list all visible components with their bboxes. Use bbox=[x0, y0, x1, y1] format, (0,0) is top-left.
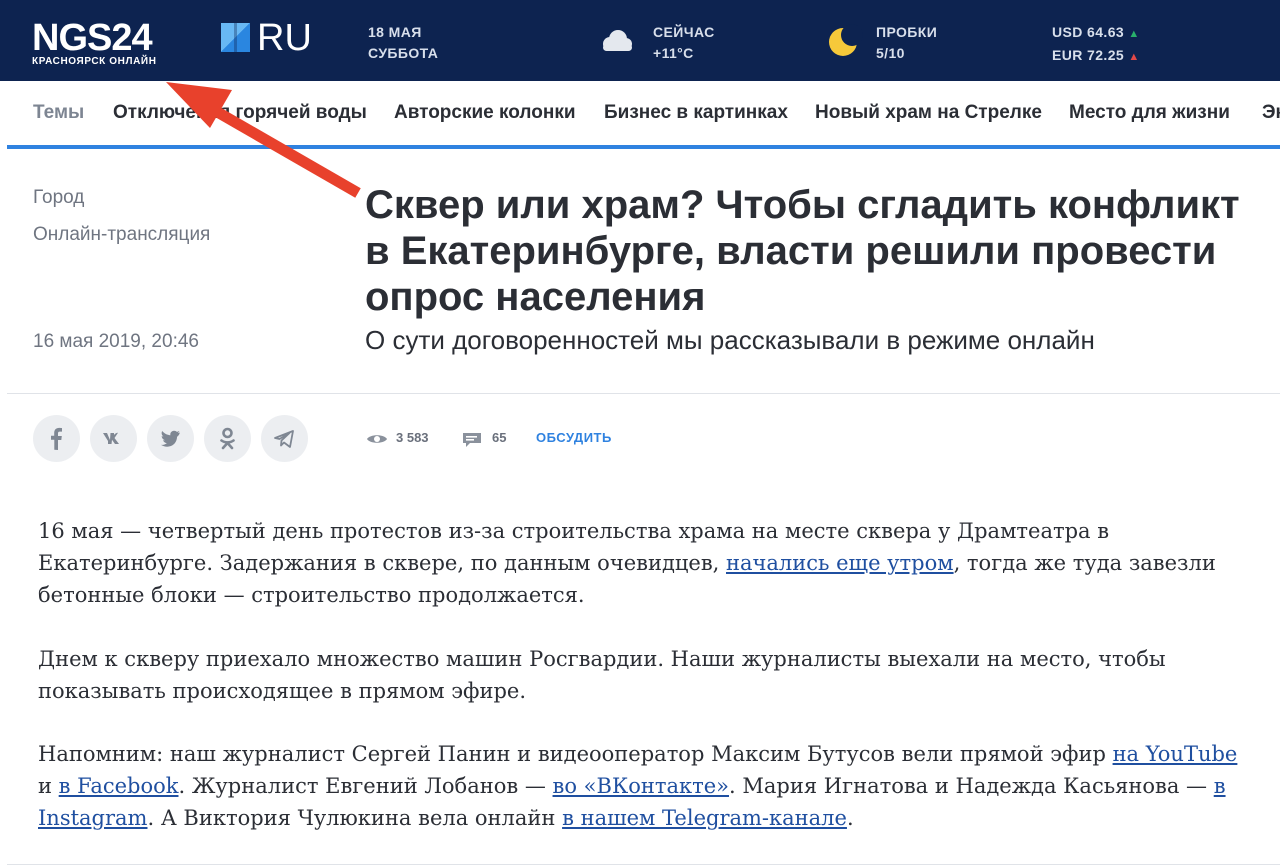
logo-city: КРАСНОЯРСК ОНЛАЙН bbox=[32, 56, 157, 67]
date-weekday: СУББОТА bbox=[368, 45, 439, 61]
twitter-icon[interactable] bbox=[147, 415, 194, 462]
date-day: 18 МАЯ bbox=[368, 24, 422, 40]
weather-value: +11°C bbox=[653, 45, 694, 61]
weather-widget[interactable]: СЕЙЧАС +11°C bbox=[653, 22, 715, 64]
eur-trend-up-icon: ▲ bbox=[1128, 51, 1140, 63]
link-facebook[interactable]: в Facebook bbox=[59, 774, 179, 798]
currency-widget[interactable]: USD 64.63 ▲ EUR 72.25 ▲ bbox=[1052, 22, 1140, 68]
article-subtitle: О сути договоренностей мы рассказывали в… bbox=[365, 325, 1095, 355]
telegram-icon[interactable] bbox=[261, 415, 308, 462]
odnoklassniki-icon[interactable] bbox=[204, 415, 251, 462]
header-bar: NGS24 RU КРАСНОЯРСК ОНЛАЙН 18 МАЯ СУББОТ… bbox=[0, 0, 1280, 81]
link-vkontakte[interactable]: во «ВКонтакте» bbox=[553, 774, 729, 798]
vk-icon[interactable] bbox=[90, 415, 137, 462]
nav-item-hot-water[interactable]: Отключения горячей воды bbox=[113, 102, 367, 124]
nav-item-living[interactable]: Место для жизни bbox=[1069, 102, 1230, 124]
date-widget: 18 МАЯ СУББОТА bbox=[368, 22, 438, 64]
traffic-icon bbox=[829, 24, 863, 56]
usd-rate: USD 64.63 bbox=[1052, 24, 1125, 40]
link-morning-arrests[interactable]: начались еще утром bbox=[726, 551, 954, 575]
paragraph-3-text-e: . А Виктория Чулюкина вела онлайн bbox=[147, 806, 563, 830]
comment-icon bbox=[463, 433, 481, 447]
traffic-label: ПРОБКИ bbox=[876, 24, 938, 40]
rubric-city[interactable]: Город bbox=[33, 187, 84, 209]
link-youtube[interactable]: на YouTube bbox=[1113, 742, 1238, 766]
paragraph-2: Днем к скверу приехало множество машин Р… bbox=[38, 647, 1166, 703]
facebook-icon[interactable] bbox=[33, 415, 80, 462]
nav-item-business[interactable]: Бизнес в картинках bbox=[604, 102, 788, 124]
nav-item-temple[interactable]: Новый храм на Стрелке bbox=[815, 102, 1042, 124]
views-count: 3 583 bbox=[396, 430, 429, 445]
paragraph-1: 16 мая — четвертый день протестов из-за … bbox=[38, 515, 1248, 611]
paragraph-3-text-d: . Мария Игнатова и Надежда Касьянова — bbox=[729, 774, 1214, 798]
cloud-icon bbox=[603, 30, 632, 51]
paragraph-3-text-b: и bbox=[38, 774, 59, 798]
nav-item-columns[interactable]: Авторские колонки bbox=[394, 102, 576, 124]
nav-accent-line bbox=[7, 145, 1280, 149]
bottom-divider bbox=[7, 864, 1280, 865]
paragraph-3: Напомним: наш журналист Сергей Панин и в… bbox=[38, 738, 1248, 834]
paragraph-3-text-c: . Журналист Евгений Лобанов — bbox=[178, 774, 553, 798]
traffic-value: 5/10 bbox=[876, 45, 905, 61]
logo-square-icon bbox=[221, 23, 250, 52]
divider bbox=[7, 393, 1280, 394]
paragraph-3-text-f: . bbox=[846, 806, 854, 830]
link-telegram[interactable]: в нашем Telegram-канале bbox=[562, 806, 847, 830]
logo-main-text: NGS24 bbox=[32, 17, 153, 59]
weather-label: СЕЙЧАС bbox=[653, 24, 715, 40]
traffic-widget[interactable]: ПРОБКИ 5/10 bbox=[876, 22, 937, 64]
article-title: Сквер или храм? Чтобы сгладить конфликт … bbox=[365, 183, 1240, 319]
discuss-link[interactable]: ОБСУДИТЬ bbox=[536, 430, 612, 445]
paragraph-3-text-a: Напомним: наш журналист Сергей Панин и в… bbox=[38, 742, 1113, 766]
eye-icon bbox=[367, 435, 387, 443]
eur-rate: EUR 72.25 bbox=[1052, 47, 1125, 63]
publish-date: 16 мая 2019, 20:46 bbox=[33, 331, 199, 352]
rubric-live[interactable]: Онлайн-трансляция bbox=[33, 224, 210, 246]
nav-item-overflow[interactable]: Эк bbox=[1262, 102, 1280, 124]
logo-tld-text: RU bbox=[257, 17, 312, 59]
topics-nav: Темы Отключения горячей воды Авторские к… bbox=[0, 81, 1280, 145]
usd-trend-up-icon: ▲ bbox=[1128, 28, 1140, 40]
comments-count: 65 bbox=[492, 430, 507, 445]
nav-topics-label[interactable]: Темы bbox=[33, 102, 84, 124]
